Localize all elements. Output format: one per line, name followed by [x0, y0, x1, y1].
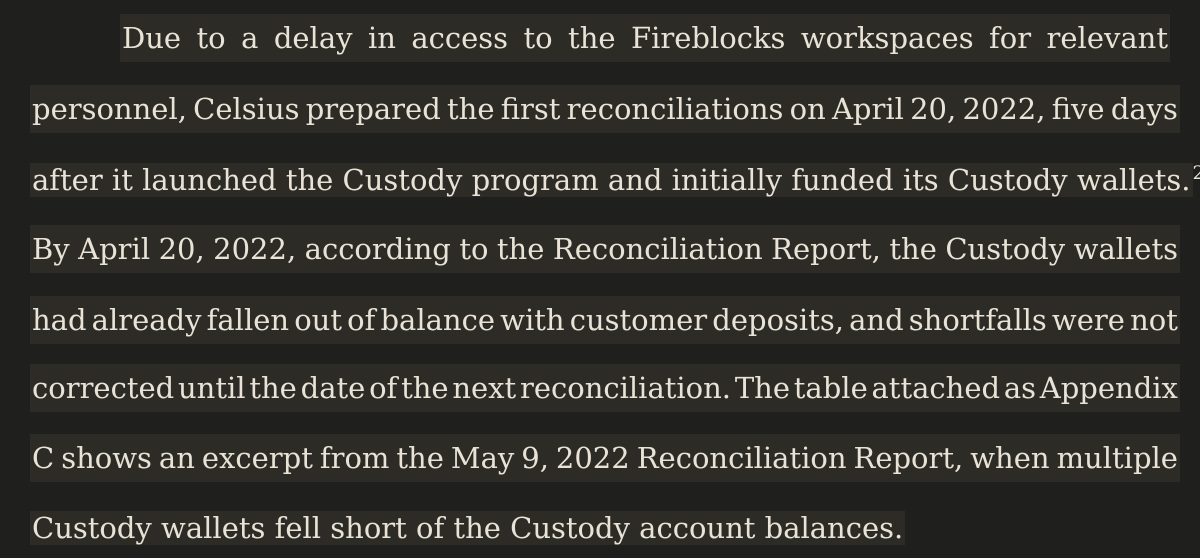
document-page: Due to a delay in access to the Fireblocks worksp… — [0, 0, 1200, 558]
word: to — [459, 232, 489, 266]
paragraph-line-1: Due to a delay in access to the Fireblocks worksp… — [120, 14, 1170, 62]
paragraph-line-4: By April 20, 2022, according to the Reconciliat… — [30, 225, 1180, 273]
word: relevant — [1046, 21, 1168, 55]
word: shows — [61, 441, 152, 475]
word: out — [294, 303, 342, 337]
word: 20, — [158, 232, 205, 266]
word: Fireblocks — [630, 21, 786, 55]
paragraph-line-2-text: personnel, Celsius prepared the first reconci… — [30, 85, 1180, 133]
paragraph-line-7: Cshows an excerpt from the May 9, 2022 Reconcili… — [30, 434, 1180, 482]
word: 2022, — [962, 92, 1046, 126]
word: The — [734, 371, 790, 405]
footnote-reference: 220 — [1192, 162, 1200, 184]
word: excerpt — [201, 441, 313, 475]
word: 2022, — [213, 232, 297, 266]
word: the — [396, 441, 444, 475]
paragraph-line-3: after it launched the Custody program an… — [30, 156, 1200, 204]
word: wallets — [1073, 232, 1178, 266]
word: a — [241, 21, 259, 55]
paragraph-line-6: corrected until the date of the next reconcilia… — [30, 364, 1180, 412]
word: Due — [122, 21, 182, 55]
paragraph-line-7-text: Cshows an excerpt from the May 9, 2022 Reconcili… — [30, 434, 1180, 482]
word: to — [523, 21, 553, 55]
word: an — [158, 441, 195, 475]
word: deposits, — [712, 303, 844, 337]
word: days — [1110, 92, 1178, 126]
word: of — [347, 303, 376, 337]
word: reconciliation. — [519, 371, 732, 405]
word: April — [831, 92, 904, 126]
word: customer — [569, 303, 708, 337]
paragraph-line-4-text: By April 20, 2022, according to the Reconciliat… — [30, 225, 1180, 273]
word: the — [446, 92, 495, 126]
word: Reconciliation — [636, 441, 847, 475]
word: delay — [273, 21, 353, 55]
word: the — [568, 21, 616, 55]
word: Celsius — [193, 92, 300, 126]
word: Report, — [771, 232, 881, 266]
word: until — [178, 371, 246, 405]
word: C — [32, 441, 55, 475]
paragraph-line-2: personnel, Celsius prepared the first reconci… — [30, 85, 1180, 133]
paragraph-line-5: had already fallen out of balance with customer… — [30, 296, 1180, 344]
word: of — [369, 371, 398, 405]
paragraph-line-1-text: Due to a delay in access to the Fireblocks worksp… — [120, 14, 1170, 62]
word: April — [78, 232, 151, 266]
word: Custody — [945, 232, 1066, 266]
word: and — [849, 303, 904, 337]
paragraph-line-8-text: Custody wallets fell short of the Custod… — [30, 511, 906, 545]
word: May — [450, 441, 515, 475]
word: multiple — [1056, 441, 1178, 475]
word: prepared — [305, 92, 441, 126]
word: By — [32, 232, 70, 266]
word: from — [319, 441, 390, 475]
word: date — [300, 371, 366, 405]
word: personnel, — [32, 92, 187, 126]
word: Report, — [853, 441, 964, 475]
word: attached — [871, 371, 1001, 405]
word: with — [500, 303, 565, 337]
word: not — [1130, 303, 1178, 337]
word: the — [249, 371, 297, 405]
word: Appendix — [1039, 371, 1178, 405]
word: the — [401, 371, 449, 405]
word: corrected — [32, 371, 175, 405]
word: for — [989, 21, 1032, 55]
word: access — [411, 21, 509, 55]
paragraph-line-3-text: after it launched the Custody program an… — [30, 163, 1193, 197]
word: fallen — [206, 303, 290, 337]
word: to — [196, 21, 226, 55]
word: next — [452, 371, 517, 405]
word: reconciliations — [566, 92, 784, 126]
word: had — [32, 303, 87, 337]
word: when — [970, 441, 1050, 475]
paragraph-line-6-text: corrected until the date of the next reconcilia… — [30, 364, 1180, 412]
word: as — [1003, 371, 1037, 405]
word: balance — [380, 303, 495, 337]
paragraph-line-8: Custody wallets fell short of the Custod… — [30, 504, 906, 552]
word: the — [889, 232, 937, 266]
word: workspaces — [800, 21, 974, 55]
word: already — [91, 303, 202, 337]
word: 20, — [910, 92, 957, 126]
word: shortfalls — [908, 303, 1047, 337]
paragraph-line-5-text: had already fallen out of balance with customer… — [30, 296, 1180, 344]
word: five — [1051, 92, 1105, 126]
word: according — [304, 232, 451, 266]
word: were — [1051, 303, 1125, 337]
word: 9, — [521, 441, 549, 475]
word: on — [789, 92, 826, 126]
word: Reconciliation — [552, 232, 763, 266]
word: first — [500, 92, 561, 126]
word: the — [496, 232, 545, 266]
word: in — [367, 21, 396, 55]
word: 2022 — [555, 441, 630, 475]
word: table — [793, 371, 868, 405]
